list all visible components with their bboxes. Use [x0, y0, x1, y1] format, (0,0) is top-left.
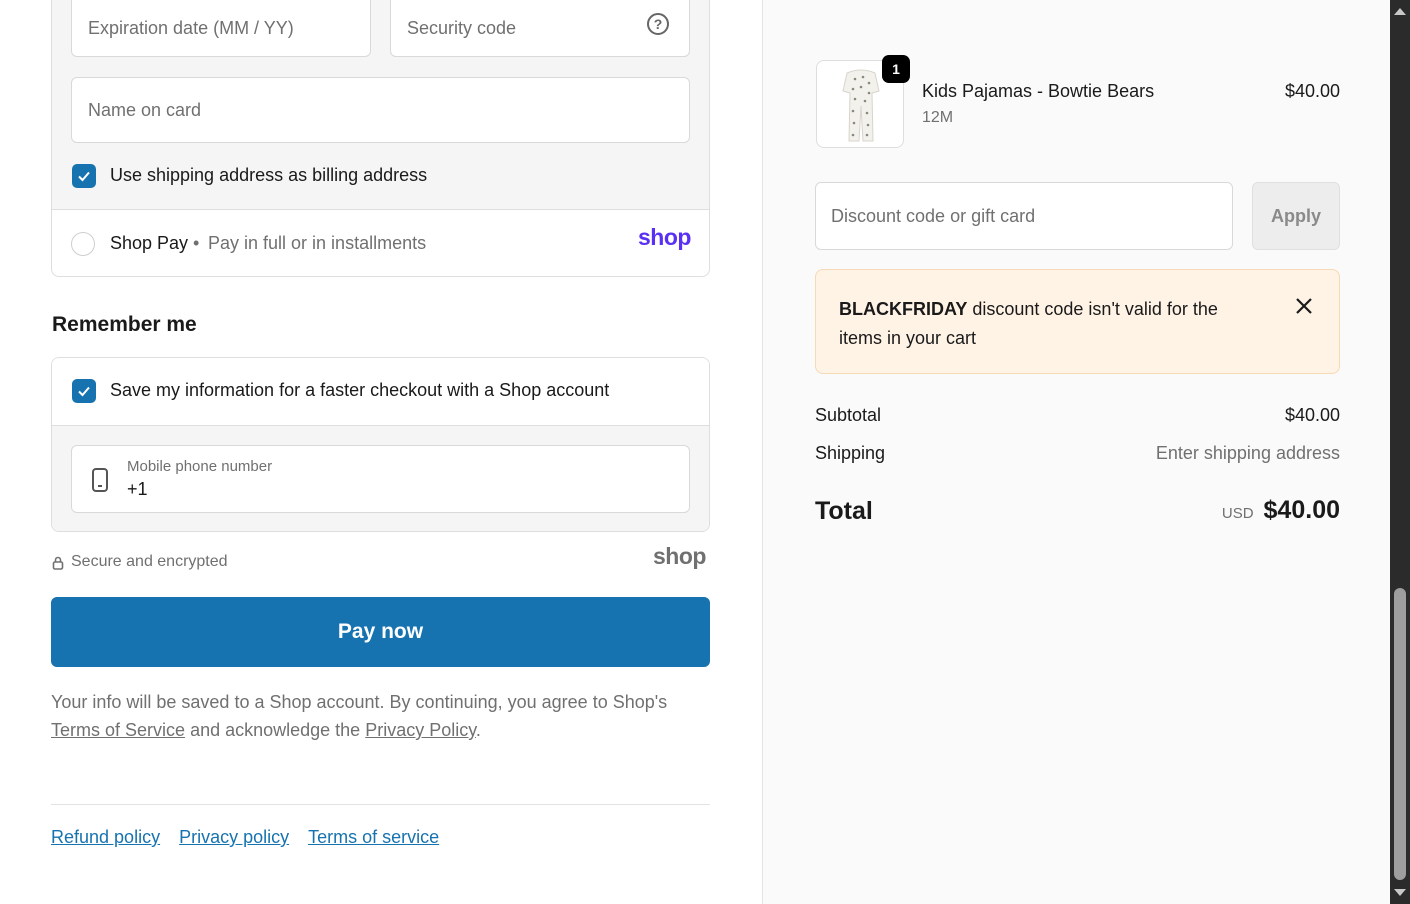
apply-button[interactable]: Apply — [1252, 182, 1340, 250]
bullet-separator: • — [193, 233, 200, 253]
close-icon[interactable] — [1295, 297, 1313, 315]
consent-suffix: . — [475, 720, 481, 740]
refund-policy-link[interactable]: Refund policy — [51, 827, 160, 848]
product-price: $40.00 — [1284, 81, 1340, 101]
total-amount: USD $40.00 — [1222, 496, 1340, 525]
pay-now-button[interactable]: Pay now — [51, 597, 710, 667]
shoppay-label: Shop Pay — [110, 233, 189, 253]
discount-placeholder: Discount code or gift card — [831, 205, 1036, 226]
security-code-placeholder: Security code — [407, 18, 517, 38]
save-info-label: Save my information for a faster checkou… — [110, 380, 610, 400]
checkout-form-panel: Expiration date (MM / YY) Security code … — [0, 0, 762, 904]
help-icon[interactable]: ? — [647, 13, 669, 35]
shop-logo: shop — [653, 543, 706, 569]
consent-middle: and acknowledge the — [190, 720, 361, 740]
save-info-checkbox[interactable] — [72, 379, 96, 403]
phone-value: +1 — [127, 479, 148, 499]
shipping-value: Enter shipping address — [1155, 443, 1340, 463]
quantity-badge: 1 — [882, 55, 910, 83]
lock-icon — [52, 556, 64, 570]
total-value: $40.00 — [1263, 496, 1340, 524]
name-on-card-field[interactable]: Name on card — [71, 77, 690, 143]
footer-links: Refund policy Privacy policy Terms of se… — [51, 827, 439, 848]
checkmark-icon — [78, 171, 90, 182]
terms-of-service-footer-link[interactable]: Terms of service — [308, 827, 439, 848]
shoppay-sub-label: Pay in full or in installments — [208, 233, 427, 253]
shipping-label: Shipping — [815, 443, 886, 463]
billing-checkbox-label: Use shipping address as billing address — [110, 165, 428, 185]
name-on-card-placeholder: Name on card — [88, 99, 202, 120]
phone-field[interactable]: Mobile phone number +1 — [71, 445, 690, 513]
total-label: Total — [815, 497, 873, 525]
scrollbar-thumb[interactable] — [1394, 588, 1406, 880]
shoppay-radio[interactable] — [71, 232, 95, 256]
subtotal-value: $40.00 — [1284, 405, 1340, 425]
expiration-placeholder: Expiration date (MM / YY) — [88, 18, 294, 38]
footer-divider — [51, 804, 710, 805]
discount-error-text: BLACKFRIDAY discount code isn't valid fo… — [839, 295, 1259, 353]
scroll-down-arrow-icon[interactable] — [1390, 886, 1410, 900]
privacy-policy-link[interactable]: Privacy Policy — [365, 720, 476, 740]
discount-input[interactable]: Discount code or gift card — [815, 182, 1233, 250]
subtotal-label: Subtotal — [815, 405, 882, 425]
consent-text: Your info will be saved to a Shop accoun… — [51, 688, 716, 744]
privacy-policy-footer-link[interactable]: Privacy policy — [179, 827, 289, 848]
consent-prefix: Your info will be saved to a Shop accoun… — [51, 692, 668, 712]
phone-label: Mobile phone number — [127, 458, 273, 475]
product-variant: 12M — [922, 109, 954, 126]
shoppay-logo: shop — [638, 224, 691, 250]
scroll-up-arrow-icon[interactable] — [1390, 4, 1410, 18]
phone-icon — [92, 468, 108, 492]
discount-error-banner: BLACKFRIDAY discount code isn't valid fo… — [815, 269, 1340, 374]
security-code-field[interactable]: Security code ? — [390, 0, 690, 57]
expiration-field[interactable]: Expiration date (MM / YY) — [71, 0, 371, 57]
currency-label: USD — [1221, 505, 1254, 522]
order-summary-panel: 1 Kids Pajamas - Bowtie Bears 12M $40.00… — [762, 0, 1390, 904]
remember-me-heading: Remember me — [52, 313, 197, 336]
scrollbar[interactable] — [1390, 0, 1410, 904]
terms-of-service-link[interactable]: Terms of Service — [51, 720, 185, 740]
discount-error-code: BLACKFRIDAY — [839, 299, 968, 319]
checkmark-icon — [78, 386, 90, 397]
billing-checkbox[interactable] — [72, 164, 96, 188]
secure-text: Secure and encrypted — [71, 553, 228, 570]
product-name: Kids Pajamas - Bowtie Bears — [922, 81, 1155, 101]
